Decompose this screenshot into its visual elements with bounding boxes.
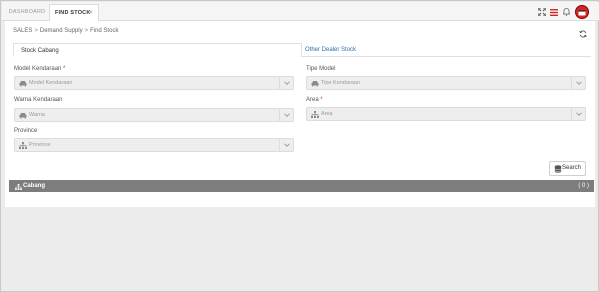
warna-kendaraan-select[interactable]: Warna <box>14 108 294 122</box>
province-label-text: Province <box>14 128 38 134</box>
model-kendaraan-select[interactable]: Model Kendaraan <box>14 76 294 90</box>
sitemap-icon <box>15 183 22 190</box>
breadcrumb: SALES > Demand Supply > Find Stock <box>13 28 118 34</box>
subtab-other-dealer-label: Other Dealer Stock <box>305 47 357 53</box>
expand-icon[interactable] <box>537 7 547 17</box>
cabang-title: Cabang <box>23 183 46 189</box>
subtab-stock-cabang[interactable]: Stock Cabang <box>13 43 302 57</box>
model-kendaraan-label-text: Model Kendaraan <box>14 66 62 72</box>
tab-dashboard[interactable]: DASHBOARD <box>6 4 48 21</box>
required-mark: * <box>320 97 323 103</box>
area-select[interactable]: Area <box>306 107 586 121</box>
chevron-down-icon[interactable] <box>571 108 585 120</box>
search-button-label: Search <box>562 165 582 171</box>
chevron-down-icon[interactable] <box>279 77 293 89</box>
close-icon[interactable]: × <box>89 5 93 22</box>
cabang-section-header[interactable]: Cabang ( 0 ) <box>9 180 594 192</box>
chevron-down-icon[interactable] <box>571 77 585 89</box>
refresh-icon[interactable] <box>579 30 587 38</box>
tipe-model-label-text: Tipe Model <box>306 66 336 72</box>
sitemap-icon <box>311 111 319 118</box>
warna-kendaraan-label: Warna Kendaraan <box>14 97 62 103</box>
tipe-model-select[interactable]: Tipe Kendaraan <box>306 76 586 90</box>
database-icon <box>554 165 562 173</box>
province-select[interactable]: Province <box>14 138 294 152</box>
car-icon <box>311 80 319 87</box>
car-icon <box>19 80 27 87</box>
tab-find-stock-label: FIND STOCK <box>55 10 91 16</box>
tipe-model-placeholder: Tipe Kendaraan <box>321 80 360 86</box>
breadcrumb-separator: > <box>84 28 89 34</box>
warna-kendaraan-label-text: Warna Kendaraan <box>14 97 63 103</box>
app-window: DASHBOARD FIND STOCK × SALES > Demand Su… <box>0 0 599 292</box>
required-mark: * <box>63 66 66 72</box>
chevron-down-icon[interactable] <box>279 139 293 151</box>
breadcrumb-find-stock: Find Stock <box>90 28 119 34</box>
area-placeholder: Area <box>321 111 333 117</box>
hamburger-menu-icon[interactable] <box>549 7 559 17</box>
province-label: Province <box>14 128 37 134</box>
tab-find-stock[interactable]: FIND STOCK × <box>49 4 99 21</box>
chevron-down-icon[interactable] <box>279 109 293 121</box>
model-kendaraan-label: Model Kendaraan * <box>14 66 65 72</box>
bell-icon[interactable] <box>561 7 571 17</box>
breadcrumb-demand-supply[interactable]: Demand Supply <box>40 28 83 34</box>
subtab-divider <box>301 56 591 57</box>
province-placeholder: Province <box>29 142 51 148</box>
subtab-other-dealer-stock[interactable]: Other Dealer Stock <box>305 43 356 57</box>
car-icon <box>19 112 27 119</box>
subtab-stock-cabang-label: Stock Cabang <box>21 48 59 54</box>
breadcrumb-sales[interactable]: SALES <box>13 28 32 34</box>
sitemap-icon <box>19 142 27 149</box>
tab-dashboard-label: DASHBOARD <box>8 9 46 15</box>
cabang-count: ( 0 ) <box>578 183 589 189</box>
tipe-model-label: Tipe Model <box>306 66 335 72</box>
model-kendaraan-placeholder: Model Kendaraan <box>29 80 73 86</box>
user-avatar-icon[interactable] <box>575 5 589 19</box>
find-stock-panel: SALES > Demand Supply > Find Stock Stock Cab… <box>5 21 595 207</box>
breadcrumb-separator: > <box>34 28 38 34</box>
area-label-text: Area <box>306 97 319 103</box>
search-button[interactable]: Search <box>549 161 586 176</box>
area-label: Area * <box>306 97 323 103</box>
warna-kendaraan-placeholder: Warna <box>29 112 45 118</box>
tab-bar: DASHBOARD FIND STOCK × <box>2 2 599 21</box>
